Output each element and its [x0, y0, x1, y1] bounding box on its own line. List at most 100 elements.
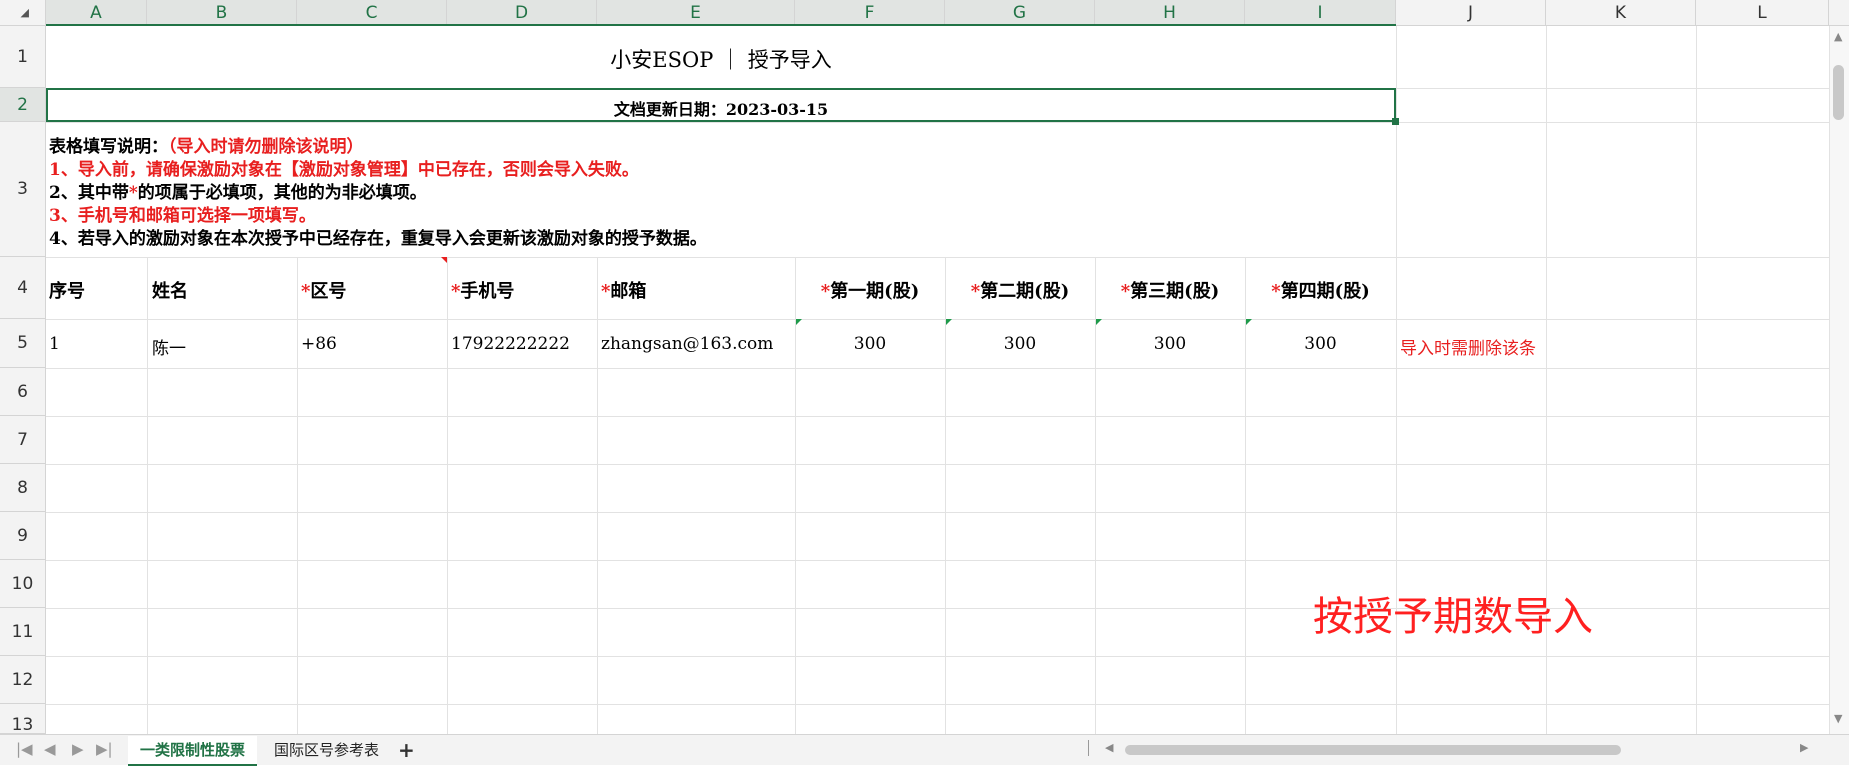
- grid-line: [46, 512, 1829, 513]
- header-period-2[interactable]: *第二期(股): [945, 277, 1095, 303]
- instruction-line-1: 1、导入前，请确保激励对象在【激励对象管理】中已存在，否则会导入失败。: [49, 160, 639, 180]
- scroll-up-icon[interactable]: ▲: [1834, 30, 1842, 43]
- row-header-2[interactable]: 2: [0, 88, 46, 122]
- grid-line: [46, 656, 1829, 657]
- col-header-j[interactable]: J: [1396, 0, 1546, 26]
- scroll-left-icon[interactable]: ◀: [1105, 741, 1113, 754]
- row-header-13[interactable]: 13: [0, 704, 46, 734]
- row-header-12[interactable]: 12: [0, 656, 46, 704]
- example-email[interactable]: zhangsan@163.com: [601, 334, 773, 354]
- col-header-e[interactable]: E: [597, 0, 795, 26]
- vertical-scrollbar[interactable]: [1829, 26, 1849, 734]
- example-period-2[interactable]: 300: [945, 334, 1095, 354]
- header-phone-label: 手机号: [460, 281, 515, 302]
- required-star-icon: *: [601, 281, 611, 302]
- example-name[interactable]: 陈一: [152, 334, 186, 359]
- horizontal-scroll-thumb[interactable]: [1125, 745, 1621, 755]
- col-header-f[interactable]: F: [795, 0, 945, 26]
- col-header-h[interactable]: H: [1095, 0, 1245, 26]
- number-as-text-marker-icon: [946, 319, 952, 325]
- col-header-l[interactable]: L: [1696, 0, 1829, 26]
- header-period-2-label: 第二期(股): [980, 281, 1070, 302]
- required-star-icon: *: [1271, 281, 1281, 302]
- instruction-line-3: 3、手机号和邮箱可选择一项填写。: [49, 206, 316, 226]
- prev-sheet-icon[interactable]: ◀: [44, 740, 56, 758]
- row-header-8[interactable]: 8: [0, 464, 46, 512]
- col-header-g[interactable]: G: [945, 0, 1095, 26]
- row-header-11[interactable]: 11: [0, 608, 46, 656]
- grid-line: [46, 416, 1829, 417]
- header-period-4-label: 第四期(股): [1280, 281, 1370, 302]
- sheet-title[interactable]: 小安ESOP ｜ 授予导入: [46, 44, 1396, 74]
- required-star-icon: *: [970, 281, 981, 302]
- select-all-corner[interactable]: ◢: [0, 0, 46, 26]
- comment-marker-icon[interactable]: [441, 257, 447, 263]
- sheet-tab-country-codes[interactable]: 国际区号参考表: [262, 736, 391, 764]
- vertical-scroll-thumb[interactable]: [1833, 65, 1844, 120]
- number-as-text-marker-icon: [1096, 319, 1102, 325]
- example-area[interactable]: +86: [301, 334, 337, 354]
- sheet-tab-restricted-stock[interactable]: 一类限制性股票: [128, 736, 258, 766]
- tab-scroll-divider: [1088, 740, 1089, 756]
- example-seq[interactable]: 1: [49, 334, 60, 354]
- required-star-icon: *: [1120, 281, 1131, 302]
- instruction-line-2: 2、其中带*的项属于必填项，其他的为非必填项。: [49, 178, 427, 203]
- col-header-c[interactable]: C: [297, 0, 447, 26]
- first-sheet-icon[interactable]: |◀: [16, 740, 33, 758]
- col-header-k[interactable]: K: [1546, 0, 1696, 26]
- col-header-a[interactable]: A: [46, 0, 147, 26]
- scroll-down-icon[interactable]: ▼: [1834, 712, 1842, 725]
- row-header-10[interactable]: 10: [0, 560, 46, 608]
- grid-line: [46, 560, 1829, 561]
- grid-line: [945, 257, 946, 734]
- instructions-heading[interactable]: 表格填写说明：（导入时请勿删除该说明）: [49, 132, 364, 157]
- grid-line: [597, 257, 598, 734]
- required-star-icon: *: [451, 281, 461, 302]
- header-period-1-label: 第一期(股): [830, 281, 920, 302]
- header-email-label: 邮箱: [610, 281, 647, 302]
- col-header-d[interactable]: D: [447, 0, 597, 26]
- example-period-3[interactable]: 300: [1095, 334, 1245, 354]
- header-phone[interactable]: *手机号: [451, 277, 514, 303]
- add-sheet-icon[interactable]: +: [398, 738, 415, 762]
- grid-line: [46, 368, 1829, 369]
- column-selection-indicator: [46, 24, 1396, 26]
- grid-line: [1696, 26, 1697, 734]
- header-email[interactable]: *邮箱: [601, 277, 646, 303]
- header-period-1[interactable]: *第一期(股): [795, 277, 945, 303]
- example-phone[interactable]: 17922222222: [451, 334, 570, 354]
- fill-handle[interactable]: [1392, 118, 1399, 125]
- import-by-period-annotation: 按授予期数导入: [1313, 594, 1593, 640]
- row-header-1[interactable]: 1: [0, 26, 46, 88]
- grid-line: [46, 704, 1829, 705]
- scroll-right-icon[interactable]: ▶: [1800, 741, 1808, 754]
- col-header-b[interactable]: B: [147, 0, 297, 26]
- row-header-3[interactable]: 3: [0, 122, 46, 257]
- last-sheet-icon[interactable]: ▶|: [96, 740, 113, 758]
- header-period-3[interactable]: *第三期(股): [1095, 277, 1245, 303]
- next-sheet-icon[interactable]: ▶: [72, 740, 84, 758]
- header-area[interactable]: *区号: [301, 277, 346, 303]
- number-as-text-marker-icon: [1246, 319, 1252, 325]
- row-header-4[interactable]: 4: [0, 257, 46, 319]
- header-period-4[interactable]: *第四期(股): [1245, 277, 1396, 303]
- instruction-line-2-pre: 2、其中带: [49, 183, 129, 203]
- grid-line: [46, 122, 1829, 123]
- header-seq[interactable]: 序号: [49, 277, 85, 303]
- header-period-3-label: 第三期(股): [1130, 281, 1220, 302]
- col-header-i[interactable]: I: [1245, 0, 1396, 26]
- grid-line: [297, 257, 298, 734]
- row-header-9[interactable]: 9: [0, 512, 46, 560]
- grid-line: [447, 257, 448, 734]
- row-header-5[interactable]: 5: [0, 319, 46, 368]
- row-header-6[interactable]: 6: [0, 368, 46, 416]
- required-star-icon: *: [820, 281, 831, 302]
- instruction-line-2-post: 的项属于必填项，其他的为非必填项。: [137, 183, 427, 203]
- header-name[interactable]: 姓名: [152, 277, 188, 303]
- example-period-1[interactable]: 300: [795, 334, 945, 354]
- row-header-7[interactable]: 7: [0, 416, 46, 464]
- header-area-label: 区号: [310, 281, 347, 302]
- example-period-4[interactable]: 300: [1245, 334, 1396, 354]
- required-star-icon: *: [301, 281, 311, 302]
- example-delete-note[interactable]: 导入时需删除该条: [1400, 334, 1536, 359]
